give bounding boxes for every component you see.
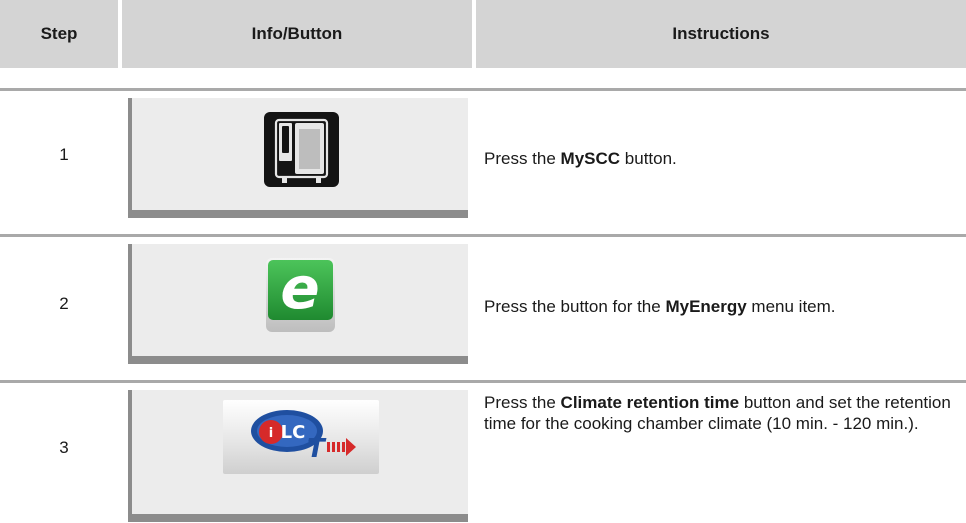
svg-text:LC: LC bbox=[281, 422, 306, 443]
myscc-oven-icon[interactable] bbox=[264, 112, 339, 187]
header-step: Step bbox=[0, 0, 118, 68]
step-number: 1 bbox=[59, 145, 69, 164]
table-row: 2 e Press the button for the MyEnergy me… bbox=[0, 234, 966, 364]
header-instructions: Instructions bbox=[476, 0, 966, 68]
button-panel: i LC T bbox=[128, 390, 468, 522]
svg-text:T: T bbox=[307, 434, 327, 464]
row-divider bbox=[0, 234, 966, 237]
table-row: 3 i LC T Press the Climate retention tim… bbox=[0, 380, 966, 523]
instruction-text: Press the MySCC button. bbox=[484, 149, 677, 168]
row-divider bbox=[0, 88, 966, 91]
button-panel: e bbox=[128, 244, 468, 364]
table-header: Step Info/Button Instructions bbox=[0, 0, 966, 68]
instruction-text: Press the button for the MyEnergy menu i… bbox=[484, 297, 836, 316]
button-panel bbox=[128, 98, 468, 218]
myenergy-e-icon[interactable]: e bbox=[264, 254, 337, 334]
step-number: 3 bbox=[59, 438, 69, 457]
step-number: 2 bbox=[59, 294, 69, 313]
climate-retention-ilc-icon[interactable]: i LC T bbox=[223, 400, 379, 474]
table-row: 1 Press the MySCC button. bbox=[0, 88, 966, 218]
header-info-button: Info/Button bbox=[122, 0, 472, 68]
svg-text:i: i bbox=[269, 426, 273, 441]
row-divider bbox=[0, 380, 966, 383]
instruction-text: Press the Climate retention time button … bbox=[484, 393, 951, 433]
svg-text:e: e bbox=[280, 256, 319, 322]
